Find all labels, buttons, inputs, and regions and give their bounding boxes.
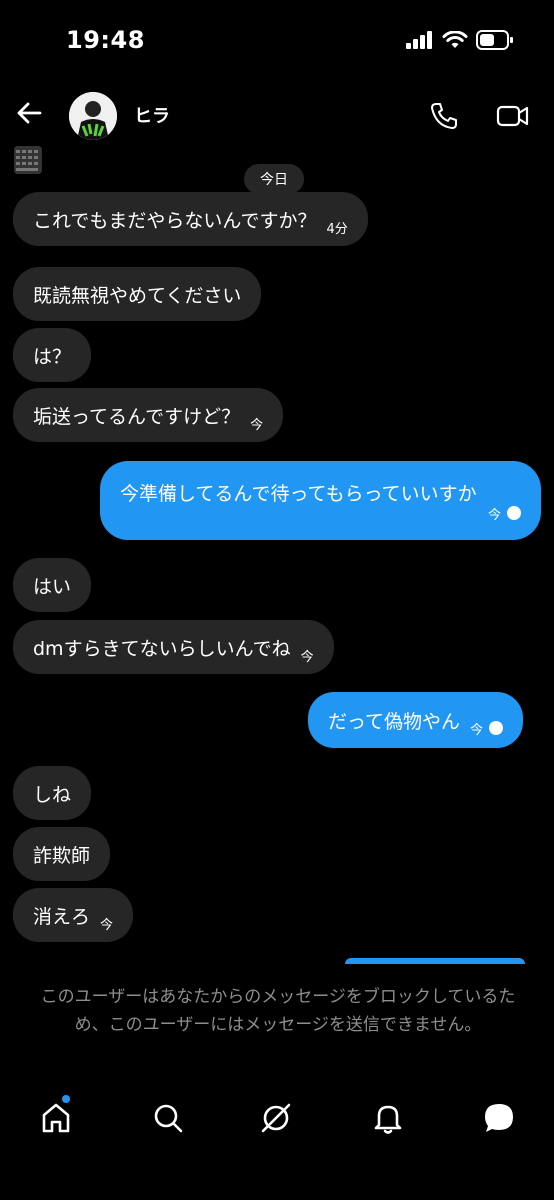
message-text: しね — [33, 783, 72, 806]
contact-name[interactable]: ヒラ — [134, 102, 170, 128]
blocked-notice: このユーザーはあなたからのメッセージをブロックしているため、このユーザーにはメッ… — [40, 987, 516, 1035]
message-text: 詐欺師 — [33, 844, 91, 867]
message-text: dmすらきてないらしいんでね — [33, 637, 291, 660]
wifi-icon — [442, 31, 468, 48]
message-incoming[interactable]: 垢送ってるんですけど？ 今 — [13, 388, 284, 442]
message-text: 今準備してるんで待ってもらっていいすか — [120, 482, 477, 505]
status-bar: 19:48 — [0, 0, 554, 80]
status-time: 19:48 — [66, 26, 145, 54]
message-incoming[interactable]: これでもまだやらないんですか？ 4分 — [13, 192, 368, 246]
message-outgoing-partial — [345, 958, 525, 964]
sticker-thumbnail[interactable] — [14, 146, 42, 174]
message-incoming[interactable]: は？ — [13, 328, 92, 382]
avatar[interactable] — [69, 92, 117, 140]
video-call-icon[interactable] — [496, 100, 530, 132]
explore-icon[interactable] — [258, 1100, 294, 1136]
keyboard-sticker-image — [14, 146, 42, 174]
battery-icon — [476, 30, 513, 50]
chat-icon[interactable] — [481, 1100, 517, 1136]
message-incoming[interactable]: 既読無視やめてください — [13, 267, 262, 321]
message-outgoing[interactable]: 今準備してるんで待ってもらっていいすか 今 — [100, 461, 541, 540]
message-text: はい — [33, 575, 72, 598]
message-timestamp: 4分 — [326, 221, 348, 237]
message-timestamp: 今 — [487, 507, 501, 523]
bottom-nav — [0, 1090, 554, 1150]
message-incoming[interactable]: 消えろ 今 — [13, 888, 134, 942]
seen-check-icon — [507, 506, 521, 520]
bell-icon[interactable] — [370, 1100, 406, 1136]
message-incoming[interactable]: はい — [13, 558, 92, 612]
home-icon[interactable] — [38, 1100, 74, 1136]
seen-check-icon — [489, 721, 504, 735]
message-incoming[interactable]: しね — [13, 766, 92, 820]
status-icons — [406, 30, 514, 50]
date-separator: 今日 — [244, 164, 304, 194]
back-arrow-icon[interactable] — [14, 98, 44, 128]
message-timestamp: 今 — [300, 649, 314, 665]
message-text: 垢送ってるんですけど？ — [33, 405, 241, 428]
signal-icon — [406, 31, 432, 49]
chat-header: ヒラ — [0, 88, 554, 144]
message-timestamp: 今 — [470, 722, 484, 738]
notification-dot — [62, 1095, 70, 1103]
message-text: これでもまだやらないんですか？ — [33, 209, 317, 232]
message-incoming[interactable]: dmすらきてないらしいんでね 今 — [13, 620, 334, 674]
message-timestamp: 今 — [100, 917, 114, 933]
search-icon[interactable] — [150, 1100, 186, 1136]
message-timestamp: 今 — [250, 417, 264, 433]
message-outgoing[interactable]: だって偽物やん 今 — [308, 692, 524, 748]
message-text: 消えろ — [33, 905, 91, 928]
message-text: だって偽物やん — [328, 710, 461, 733]
avatar-image — [69, 92, 117, 140]
message-text: 既読無視やめてください — [33, 284, 242, 307]
message-incoming[interactable]: 詐欺師 — [13, 827, 111, 881]
message-text: は？ — [33, 345, 72, 368]
phone-icon[interactable] — [428, 100, 460, 132]
